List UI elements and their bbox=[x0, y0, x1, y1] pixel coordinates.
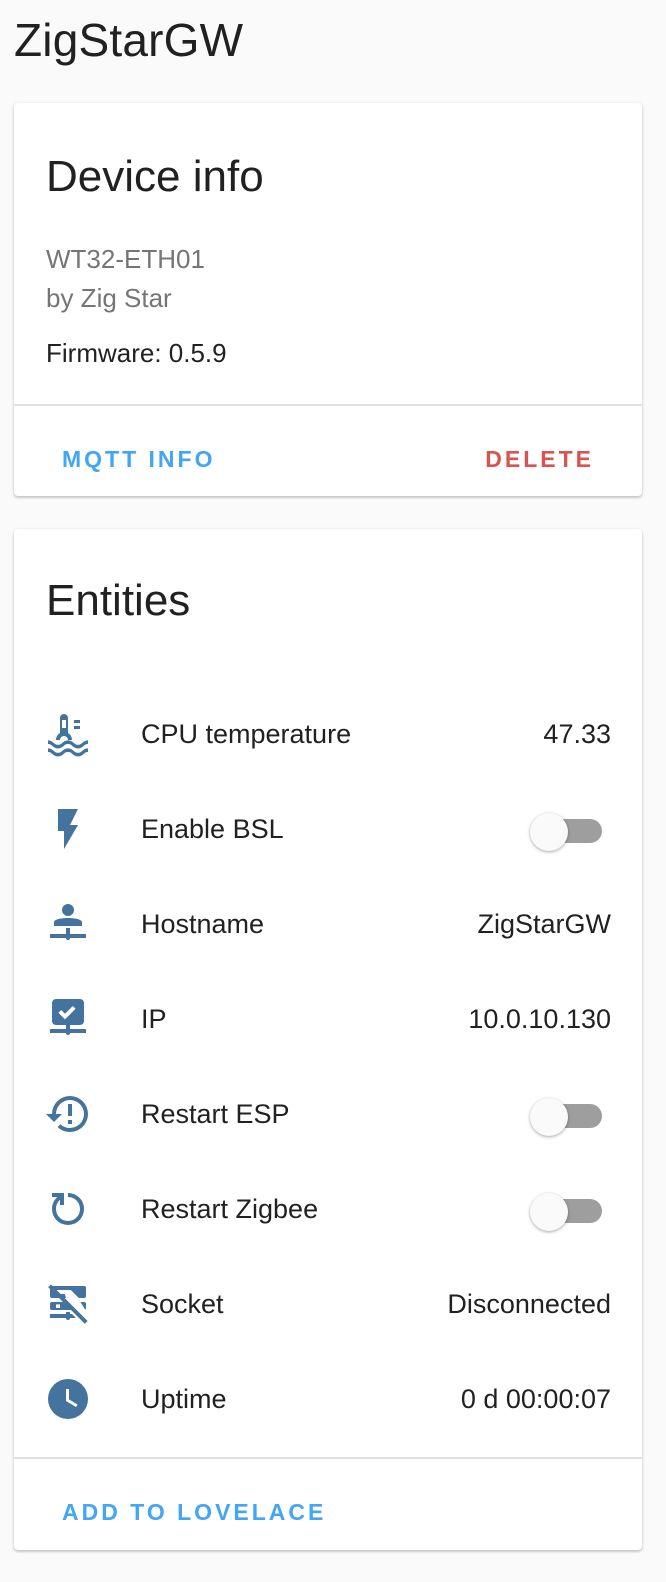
restart-zigbee-toggle[interactable] bbox=[530, 1193, 602, 1231]
entity-row-ip[interactable]: IP 10.0.10.130 bbox=[14, 973, 642, 1068]
add-to-lovelace-button[interactable]: ADD TO LOVELACE bbox=[46, 1489, 342, 1535]
enable-bsl-toggle[interactable] bbox=[530, 813, 602, 851]
entity-row-restart-zigbee[interactable]: Restart Zigbee bbox=[14, 1163, 642, 1258]
entity-name: Restart ESP bbox=[141, 1099, 290, 1129]
entity-row-hostname[interactable]: Hostname ZigStarGW bbox=[14, 878, 642, 973]
entity-row-uptime[interactable]: Uptime 0 d 00:00:07 bbox=[14, 1353, 642, 1448]
mqtt-info-button[interactable]: MQTT INFO bbox=[46, 436, 231, 482]
device-manufacturer: by Zig Star bbox=[46, 283, 172, 313]
card-actions-divider bbox=[14, 404, 642, 406]
entities-heading: Entities bbox=[46, 576, 191, 625]
entity-name: CPU temperature bbox=[141, 719, 352, 749]
device-firmware: Firmware: 0.5.9 bbox=[46, 338, 227, 368]
device-info-heading: Device info bbox=[46, 152, 264, 201]
thermometer-water-icon bbox=[44, 710, 92, 758]
entity-name: Enable BSL bbox=[141, 814, 284, 844]
entity-row-cpu-temperature[interactable]: CPU temperature 47.33 bbox=[14, 688, 642, 783]
server-network-off-icon bbox=[44, 1280, 92, 1328]
toggle-thumb bbox=[530, 813, 568, 851]
account-network-icon bbox=[44, 900, 92, 948]
entity-name: Socket bbox=[141, 1289, 224, 1319]
delete-button[interactable]: DELETE bbox=[469, 436, 610, 482]
device-info-card: Device info WT32-ETH01 by Zig Star Firmw… bbox=[14, 103, 642, 496]
flash-icon bbox=[44, 805, 92, 853]
device-model: WT32-ETH01 bbox=[46, 244, 205, 274]
entity-row-restart-esp[interactable]: Restart ESP bbox=[14, 1068, 642, 1163]
entity-row-socket[interactable]: Socket Disconnected bbox=[14, 1258, 642, 1353]
page-title: ZigStarGW bbox=[14, 14, 244, 66]
monitor-network-check-icon bbox=[44, 995, 92, 1043]
restart-esp-toggle[interactable] bbox=[530, 1098, 602, 1136]
entity-state: ZigStarGW bbox=[477, 909, 611, 939]
entity-name: Uptime bbox=[141, 1384, 227, 1414]
entity-state: 0 d 00:00:07 bbox=[460, 1384, 611, 1414]
entity-name: Hostname bbox=[141, 909, 265, 939]
card-actions-divider bbox=[14, 1457, 642, 1459]
toggle-thumb bbox=[530, 1193, 568, 1231]
clock-icon bbox=[44, 1375, 92, 1423]
restart-alert-icon bbox=[44, 1090, 92, 1138]
entity-name: Restart Zigbee bbox=[141, 1194, 319, 1224]
entities-card: Entities CPU temperature 47.33 Enable BS… bbox=[14, 529, 642, 1550]
entity-state: Disconnected bbox=[447, 1289, 611, 1319]
restart-icon bbox=[44, 1185, 92, 1233]
entity-state: 10.0.10.130 bbox=[468, 1004, 611, 1034]
entity-state: 47.33 bbox=[543, 719, 611, 749]
entity-row-enable-bsl[interactable]: Enable BSL bbox=[14, 783, 642, 878]
entity-name: IP bbox=[141, 1004, 167, 1034]
toggle-thumb bbox=[530, 1098, 568, 1136]
